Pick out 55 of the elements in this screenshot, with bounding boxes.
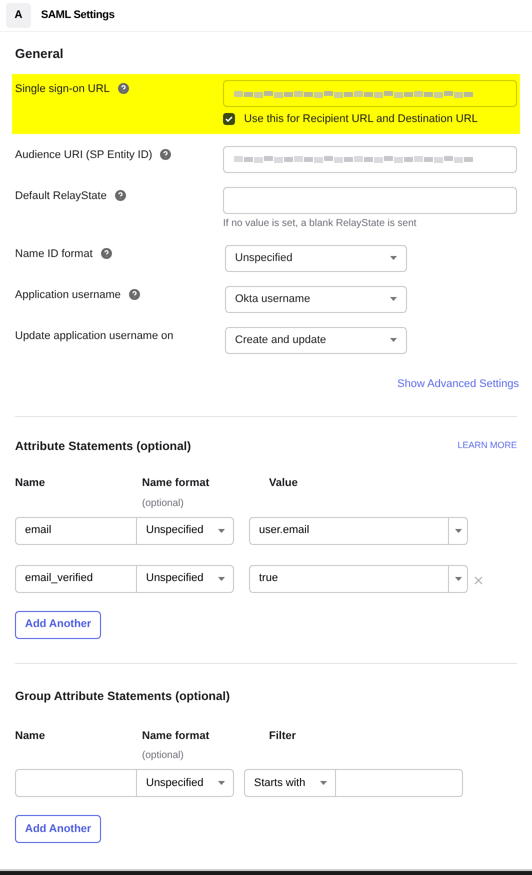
field-label: Single sign-on URL xyxy=(15,82,110,97)
column-header: Name xyxy=(15,728,46,744)
value-dropdown-button[interactable] xyxy=(449,564,468,592)
filter-dropdown[interactable]: Starts with xyxy=(244,769,336,797)
caret-icon xyxy=(320,781,327,785)
section-heading: Group Attribute Statements (optional) xyxy=(15,688,230,702)
section-title: SAML Settings xyxy=(41,8,115,24)
caret-icon xyxy=(218,781,225,785)
filter-value-field[interactable] xyxy=(336,769,463,797)
text-field[interactable] xyxy=(223,80,517,107)
column-header: Name format xyxy=(142,476,210,491)
add-another-button[interactable]: Add Another xyxy=(15,815,102,843)
name-format-dropdown[interactable]: Unspecified xyxy=(137,769,234,797)
column-header: Filter xyxy=(269,728,297,744)
group-name-field[interactable] xyxy=(15,769,137,797)
column-header: Name format xyxy=(142,728,210,744)
caret-icon xyxy=(390,256,397,260)
caret-icon xyxy=(218,528,225,532)
column-header: Value xyxy=(269,476,299,491)
name-format-dropdown[interactable]: Unspecified xyxy=(137,564,234,592)
column-header: Name xyxy=(15,476,46,491)
caret-icon xyxy=(390,297,397,301)
caret-icon xyxy=(390,338,397,342)
section-heading: Attribute Statements (optional) xyxy=(15,438,191,455)
learn-more-link[interactable]: LEARN MORE xyxy=(457,439,517,453)
hint-text: If no value is set, a blank RelayState is sent xyxy=(223,216,418,230)
field-label: Update application username on xyxy=(15,328,174,344)
attribute-name-field[interactable]: email xyxy=(15,516,137,544)
column-subtitle: (optional) xyxy=(142,496,185,510)
checkbox[interactable] xyxy=(223,113,235,126)
dropdown[interactable]: Unspecified xyxy=(225,244,407,272)
caret-icon xyxy=(218,576,225,580)
dropdown[interactable]: Okta username xyxy=(225,286,407,312)
column-subtitle: (optional) xyxy=(142,749,185,763)
name-format-dropdown[interactable]: Unspecified xyxy=(137,516,234,544)
value-dropdown-button[interactable] xyxy=(449,516,468,544)
checkbox-label: Use this for Recipient URL and Destination URL xyxy=(244,112,478,127)
caret-icon xyxy=(454,528,462,532)
section-badge: A xyxy=(6,3,31,28)
text-field[interactable] xyxy=(223,186,517,214)
field-label: Name ID format xyxy=(15,246,93,262)
field-label: Application username xyxy=(15,288,121,302)
section-heading: General xyxy=(15,46,64,61)
field-label: Audience URI (SP Entity ID) xyxy=(15,148,152,162)
show-advanced-settings-link[interactable]: Show Advanced Settings xyxy=(397,376,519,392)
value-field[interactable]: true xyxy=(249,564,449,592)
attribute-name-field[interactable]: email_verified xyxy=(15,564,137,592)
field-label: Default RelayState xyxy=(15,188,107,204)
close-icon[interactable] xyxy=(474,576,483,585)
check-icon xyxy=(225,116,233,122)
value-field[interactable]: user.email xyxy=(249,516,449,544)
text-field[interactable] xyxy=(223,146,517,172)
dropdown[interactable]: Create and update xyxy=(225,326,407,354)
caret-icon xyxy=(454,576,462,580)
add-another-button[interactable]: Add Another xyxy=(15,610,102,638)
